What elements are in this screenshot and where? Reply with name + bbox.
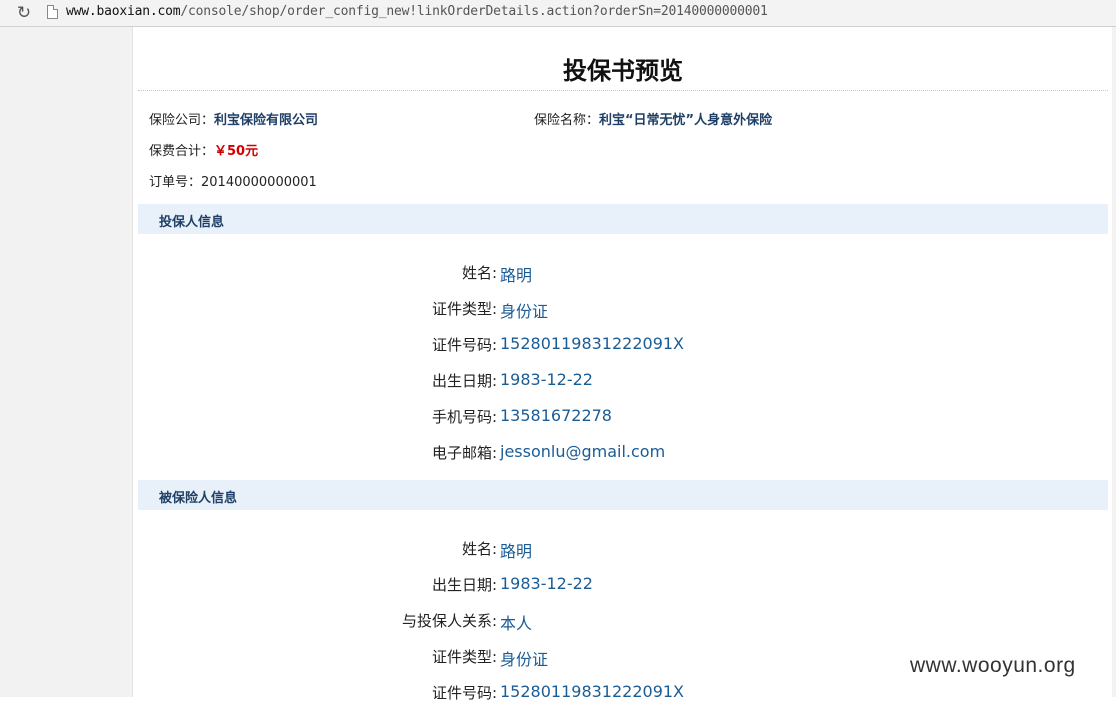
reload-icon[interactable]: ↻ <box>14 3 34 23</box>
right-gutter <box>1112 27 1116 697</box>
field-label: 出生日期: <box>431 372 497 390</box>
policyholder-field-mobile: 手机号码: 13581672278 <box>138 406 1108 430</box>
insurance-product-label: 保险名称： <box>534 113 600 128</box>
address-bar[interactable]: www.baoxian.com/console/shop/order_confi… <box>66 4 768 19</box>
insured-section-header: 被保险人信息 <box>138 480 1108 510</box>
field-label: 证件号码: <box>431 336 497 354</box>
url-host: www.baoxian.com <box>66 4 181 19</box>
browser-toolbar: ↻ www.baoxian.com/console/shop/order_con… <box>0 0 1116 27</box>
policyholder-section-title: 投保人信息 <box>159 215 225 230</box>
field-label: 姓名: <box>461 264 497 282</box>
field-label: 电子邮箱: <box>431 444 497 462</box>
insurance-product-value: 利宝“日常无忧”人身意外保险 <box>599 113 773 128</box>
premium-total-row: 保费合计：￥50元 <box>149 140 258 159</box>
order-number-row: 订单号：20140000000001 <box>149 171 317 190</box>
field-value: 本人 <box>500 614 533 633</box>
field-label: 证件类型: <box>431 300 497 318</box>
left-gutter <box>0 27 133 697</box>
page-icon <box>47 5 58 19</box>
field-label: 姓名: <box>461 540 497 558</box>
policyholder-field-name: 姓名: 路明 <box>138 262 1108 286</box>
field-value: 13581672278 <box>500 406 612 425</box>
page-title: 投保书预览 <box>563 57 683 85</box>
field-value: 15280119831222091X <box>500 334 685 353</box>
title-divider <box>138 90 1108 91</box>
order-number-label: 订单号： <box>149 175 202 190</box>
insured-field-birthdate: 出生日期: 1983-12-22 <box>138 574 1108 598</box>
field-label: 证件类型: <box>431 648 497 666</box>
premium-total-value: ￥50元 <box>214 144 259 159</box>
field-label: 手机号码: <box>431 408 497 426</box>
policyholder-field-birthdate: 出生日期: 1983-12-22 <box>138 370 1108 394</box>
policyholder-field-id-type: 证件类型: 身份证 <box>138 298 1108 322</box>
main-content: 投保书预览 保险公司：利宝保险有限公司 保险名称：利宝“日常无忧”人身意外保险 … <box>138 27 1108 702</box>
insured-field-id-number: 证件号码: 15280119831222091X <box>138 682 1108 706</box>
insured-section-title: 被保险人信息 <box>159 491 238 506</box>
field-value: 1983-12-22 <box>500 370 593 389</box>
field-value: 身份证 <box>500 650 549 669</box>
policyholder-section-header: 投保人信息 <box>138 204 1108 234</box>
policyholder-field-email: 电子邮箱: jessonlu@gmail.com <box>138 442 1108 466</box>
field-value: 1983-12-22 <box>500 574 593 593</box>
field-value: 身份证 <box>500 302 549 321</box>
policyholder-field-id-number: 证件号码: 15280119831222091X <box>138 334 1108 358</box>
insurance-product-row: 保险名称：利宝“日常无忧”人身意外保险 <box>534 109 772 128</box>
field-value: 15280119831222091X <box>500 682 685 701</box>
insurance-company-value: 利宝保险有限公司 <box>214 113 319 128</box>
field-label: 证件号码: <box>431 684 497 702</box>
field-label: 出生日期: <box>431 576 497 594</box>
watermark: www.wooyun.org <box>910 654 1076 677</box>
field-value: 路明 <box>500 542 533 561</box>
insurance-company-label: 保险公司： <box>149 113 215 128</box>
field-value: jessonlu@gmail.com <box>500 442 666 461</box>
insured-field-relationship: 与投保人关系: 本人 <box>138 610 1108 634</box>
field-value: 路明 <box>500 266 533 285</box>
field-label: 与投保人关系: <box>401 612 497 630</box>
order-number-value: 20140000000001 <box>201 175 317 190</box>
url-path: /console/shop/order_config_new!linkOrder… <box>180 4 768 19</box>
insured-field-name: 姓名: 路明 <box>138 538 1108 562</box>
insurance-company-row: 保险公司：利宝保险有限公司 <box>149 109 318 128</box>
premium-total-label: 保费合计： <box>149 144 215 159</box>
